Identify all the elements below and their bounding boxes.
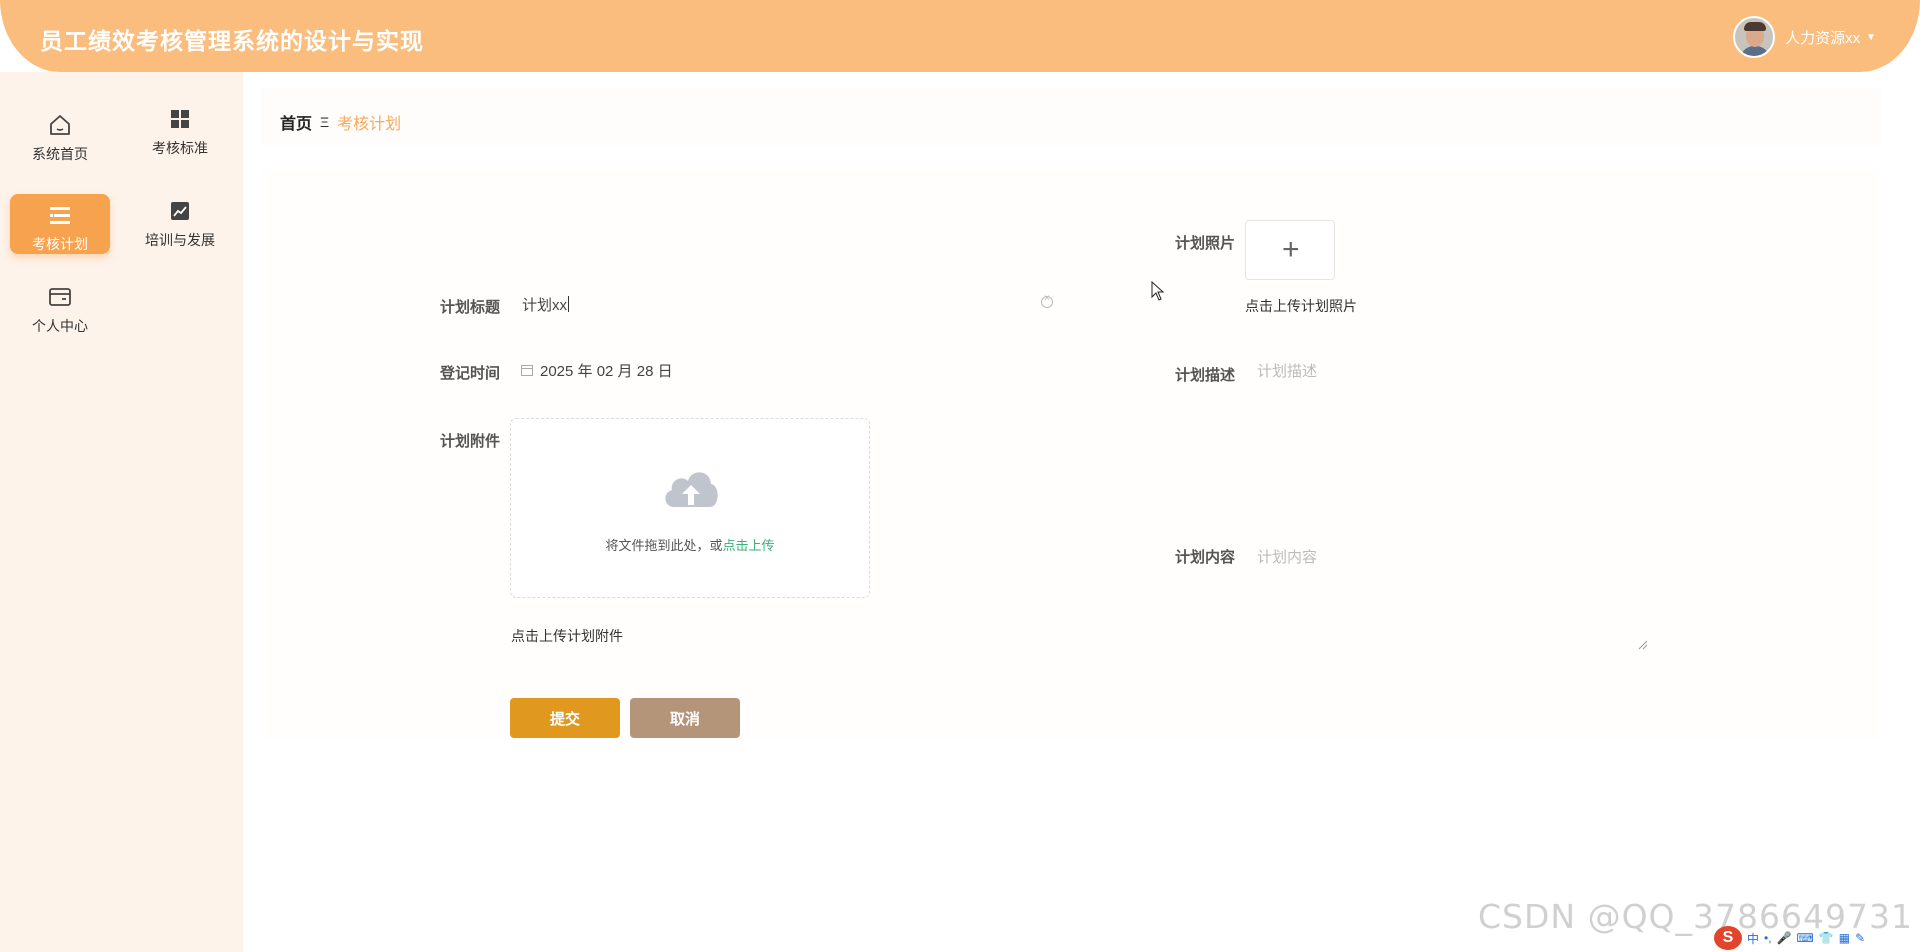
plus-icon: + — [1282, 233, 1300, 266]
keyboard-icon[interactable]: ⌨ — [1797, 931, 1814, 945]
sidebar-item-label: 个人中心 — [32, 318, 88, 334]
dropzone-text: 将文件拖到此处，或 — [605, 538, 723, 553]
sidebar-item-home[interactable]: 系统首页 — [10, 112, 110, 170]
app-title: 员工绩效考核管理系统的设计与实现 — [40, 28, 424, 54]
sidebar-item-label: 考核计划 — [32, 236, 88, 252]
sidebar-item-label: 系统首页 — [32, 146, 88, 162]
user-menu[interactable]: 人力资源xx ▼ — [1733, 16, 1876, 58]
ime-toolbar: S 中 •, 🎤 ⌨ 👕 ▦ ✎ — [1714, 926, 1865, 950]
wallet-icon — [49, 288, 71, 306]
attachment-dropzone[interactable]: 将文件拖到此处，或点击上传 — [510, 418, 870, 598]
attachment-hint: 点击上传计划附件 — [511, 628, 623, 644]
grid-icon — [171, 110, 189, 128]
plan-description-label: 计划描述 — [1174, 367, 1235, 384]
sidebar-item-standards[interactable]: 考核标准 — [130, 106, 230, 164]
tools-icon[interactable]: ✎ — [1855, 931, 1865, 945]
plan-photo-label: 计划照片 — [1174, 235, 1235, 252]
plan-title-input[interactable]: 计划xx — [522, 286, 1052, 322]
chart-icon — [171, 202, 189, 220]
avatar[interactable] — [1733, 16, 1776, 58]
sidebar-item-label: 培训与发展 — [145, 232, 215, 248]
sogou-logo-icon[interactable]: S — [1714, 926, 1742, 950]
upload-link[interactable]: 点击上传 — [723, 538, 775, 553]
skin-icon[interactable]: 👕 — [1819, 931, 1834, 945]
user-name[interactable]: 人力资源xx — [1785, 27, 1860, 48]
description-placeholder: 计划描述 — [1257, 362, 1318, 380]
mouse-cursor-icon — [1151, 281, 1165, 301]
cloud-upload-icon — [665, 472, 718, 507]
breadcrumb-home[interactable]: 首页 — [280, 110, 312, 134]
home-icon — [50, 115, 70, 135]
calendar-icon — [521, 365, 533, 376]
ime-mode[interactable]: 中 — [1747, 930, 1759, 947]
sidebar: 系统首页 考核标准 考核计划 培训与发展 个人中心 — [0, 72, 243, 952]
plan-title-label: 计划标题 — [439, 299, 500, 316]
submit-button[interactable]: 提交 — [510, 698, 620, 738]
microphone-icon[interactable]: 🎤 — [1777, 931, 1792, 945]
breadcrumb-current: 考核计划 — [337, 116, 402, 133]
punctuation-icon[interactable]: •, — [1764, 931, 1772, 945]
apps-grid-icon[interactable]: ▦ — [1839, 931, 1850, 945]
plan-description-input[interactable]: 计划描述 — [1257, 352, 1647, 388]
register-date-label: 登记时间 — [439, 365, 500, 382]
breadcrumb: 首页 Ξ 考核计划 — [280, 110, 401, 134]
list-icon — [50, 207, 70, 224]
photo-upload-button[interactable]: + — [1245, 220, 1335, 280]
attachment-label: 计划附件 — [439, 433, 500, 450]
sidebar-item-training[interactable]: 培训与发展 — [130, 198, 230, 256]
clear-icon[interactable] — [1041, 293, 1053, 308]
breadcrumb-separator: Ξ — [320, 114, 330, 130]
sidebar-item-plans[interactable]: 考核计划 — [10, 194, 110, 254]
plan-content-label: 计划内容 — [1174, 549, 1235, 566]
main-content: 首页 Ξ 考核计划 — [243, 72, 1920, 952]
chevron-down-icon[interactable]: ▼ — [1866, 32, 1876, 43]
content-placeholder: 计划内容 — [1257, 549, 1318, 566]
sidebar-item-label: 考核标准 — [152, 140, 208, 156]
register-date-picker[interactable]: 2025 年 02 月 28 日 — [520, 352, 820, 388]
register-date-value: 2025 年 02 月 28 日 — [540, 362, 673, 380]
sidebar-item-profile[interactable]: 个人中心 — [10, 284, 110, 342]
plan-title-value: 计划xx — [522, 296, 568, 314]
cancel-button[interactable]: 取消 — [630, 698, 740, 738]
resize-handle-icon[interactable] — [1638, 640, 1648, 650]
top-header: 员工绩效考核管理系统的设计与实现 人力资源xx ▼ — [0, 0, 1920, 72]
breadcrumb-bar — [261, 88, 1881, 146]
plan-content-textarea[interactable]: 计划内容 — [1257, 538, 1647, 650]
form-panel — [261, 168, 1881, 738]
photo-hint: 点击上传计划照片 — [1245, 298, 1357, 314]
